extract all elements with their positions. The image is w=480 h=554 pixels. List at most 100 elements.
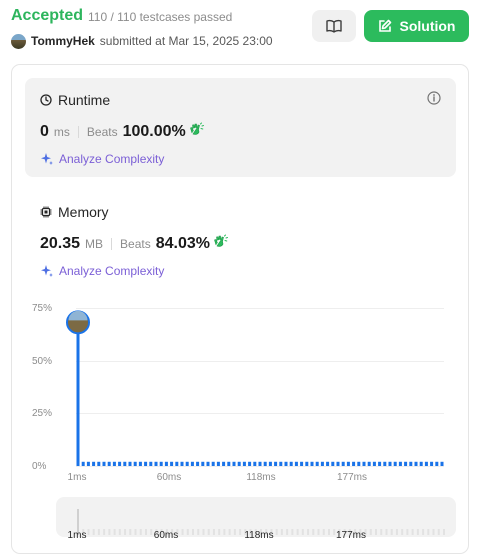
chart-bar[interactable] bbox=[310, 461, 314, 466]
chart-bar[interactable] bbox=[419, 461, 423, 466]
your-submission-marker[interactable] bbox=[66, 310, 90, 335]
chart-bar[interactable] bbox=[336, 461, 340, 466]
chart-bar[interactable] bbox=[424, 461, 428, 466]
chart-bar[interactable] bbox=[440, 461, 444, 466]
chart-bar[interactable] bbox=[123, 461, 127, 466]
chart-bar[interactable] bbox=[170, 461, 174, 466]
chart-bar[interactable] bbox=[274, 461, 278, 466]
chart-bar[interactable] bbox=[305, 461, 309, 466]
chart-bar[interactable] bbox=[206, 461, 210, 466]
chart-bar[interactable] bbox=[300, 461, 304, 466]
chart-bar[interactable] bbox=[222, 461, 226, 466]
chart-bar[interactable] bbox=[112, 461, 116, 466]
chart-bar[interactable] bbox=[362, 461, 366, 466]
scrubber-bar bbox=[87, 529, 90, 535]
chart-bar[interactable] bbox=[149, 461, 153, 466]
chart-bar[interactable] bbox=[393, 461, 397, 466]
scrubber-bar bbox=[437, 529, 440, 535]
submission-header: Accepted 110 / 110 testcases passed Tomm… bbox=[0, 0, 480, 60]
chart-bar[interactable] bbox=[211, 461, 215, 466]
chart-bar[interactable] bbox=[190, 461, 194, 466]
chart-bar[interactable] bbox=[388, 461, 392, 466]
chart-bar[interactable] bbox=[201, 461, 205, 466]
range-scrubber[interactable]: 1ms 60ms 118ms 177ms bbox=[56, 497, 456, 541]
beats-label: Beats bbox=[86, 125, 118, 139]
chart-bar[interactable] bbox=[164, 461, 168, 466]
chart-bar[interactable] bbox=[346, 461, 350, 466]
chart-bar[interactable] bbox=[357, 461, 361, 466]
chart-bar[interactable] bbox=[279, 461, 283, 466]
chart-bar[interactable] bbox=[102, 461, 106, 466]
editorial-button[interactable] bbox=[312, 10, 356, 42]
chart-bar[interactable] bbox=[331, 461, 335, 466]
chart-bar[interactable] bbox=[175, 461, 179, 466]
runtime-card[interactable]: Runtime 0 ms Beats 100.00% Analyze Compl… bbox=[25, 78, 456, 177]
chart-bar[interactable] bbox=[430, 461, 434, 466]
scrubber-bar bbox=[218, 529, 221, 535]
scrubber-bar bbox=[296, 529, 299, 535]
chart-bar[interactable] bbox=[237, 461, 241, 466]
runtime-unit: ms bbox=[53, 125, 70, 139]
memory-analyze-complexity[interactable]: Analyze Complexity bbox=[40, 264, 164, 278]
chart-bar[interactable] bbox=[263, 461, 267, 466]
chart-bar[interactable] bbox=[435, 461, 439, 466]
memory-value: 20.35 bbox=[40, 235, 81, 252]
runtime-analyze-complexity[interactable]: Analyze Complexity bbox=[40, 152, 164, 166]
chart-bar[interactable] bbox=[86, 461, 90, 466]
chart-bar[interactable] bbox=[180, 461, 184, 466]
runtime-distribution-chart[interactable]: 75% 50% 25% 0% 1ms 60ms 118ms 177ms bbox=[12, 295, 470, 485]
chart-bar[interactable] bbox=[81, 461, 85, 466]
chart-bar[interactable] bbox=[352, 461, 356, 466]
divider bbox=[111, 237, 113, 250]
chart-bar[interactable] bbox=[107, 461, 111, 466]
chart-bar[interactable] bbox=[118, 461, 122, 466]
memory-card[interactable]: Memory 20.35 MB Beats 84.03% Analyze Com… bbox=[25, 195, 456, 285]
chart-bar[interactable] bbox=[341, 461, 345, 466]
scrubber-bar bbox=[124, 529, 127, 535]
chart-bar[interactable] bbox=[128, 461, 132, 466]
chart-bar[interactable] bbox=[185, 461, 189, 466]
chart-bar[interactable] bbox=[320, 461, 324, 466]
avatar[interactable] bbox=[11, 33, 26, 49]
scrubber-bar bbox=[103, 529, 106, 535]
scrubber-bar bbox=[223, 529, 226, 535]
chart-bar[interactable] bbox=[372, 461, 376, 466]
chart-bar[interactable] bbox=[383, 461, 387, 466]
chart-bar[interactable] bbox=[253, 461, 257, 466]
chart-bar[interactable] bbox=[227, 461, 231, 466]
chart-bar[interactable] bbox=[258, 461, 262, 466]
chart-bar[interactable] bbox=[315, 461, 319, 466]
chart-bar[interactable] bbox=[289, 461, 293, 466]
chart-bar[interactable] bbox=[268, 461, 272, 466]
info-icon[interactable] bbox=[427, 91, 441, 105]
chart-bar[interactable] bbox=[326, 461, 330, 466]
chart-bar[interactable] bbox=[76, 314, 80, 466]
chart-bar[interactable] bbox=[284, 461, 288, 466]
chart-bar[interactable] bbox=[248, 461, 252, 466]
chart-bar[interactable] bbox=[216, 461, 220, 466]
chart-bar[interactable] bbox=[242, 461, 246, 466]
chart-bar[interactable] bbox=[138, 461, 142, 466]
chart-bar[interactable] bbox=[133, 461, 137, 466]
solution-button[interactable]: Solution bbox=[364, 10, 469, 42]
chart-bar[interactable] bbox=[154, 461, 158, 466]
scrubber-bar bbox=[432, 529, 435, 535]
chart-bar[interactable] bbox=[92, 461, 96, 466]
scrubber-bar bbox=[385, 529, 388, 535]
chart-bar[interactable] bbox=[404, 461, 408, 466]
testcases-passed: 110 / 110 testcases passed bbox=[88, 10, 233, 24]
chart-bar[interactable] bbox=[367, 461, 371, 466]
chart-bar[interactable] bbox=[398, 461, 402, 466]
chart-bar[interactable] bbox=[159, 461, 163, 466]
chart-bar[interactable] bbox=[409, 461, 413, 466]
username-link[interactable]: TommyHek bbox=[31, 34, 95, 48]
chart-bar[interactable] bbox=[294, 461, 298, 466]
chart-bar[interactable] bbox=[97, 461, 101, 466]
scrubber-bar bbox=[301, 529, 304, 535]
scrubber-bar bbox=[401, 529, 404, 535]
chart-bar[interactable] bbox=[196, 461, 200, 466]
chart-bar[interactable] bbox=[232, 461, 236, 466]
chart-bar[interactable] bbox=[378, 461, 382, 466]
chart-bar[interactable] bbox=[144, 461, 148, 466]
chart-bar[interactable] bbox=[414, 461, 418, 466]
